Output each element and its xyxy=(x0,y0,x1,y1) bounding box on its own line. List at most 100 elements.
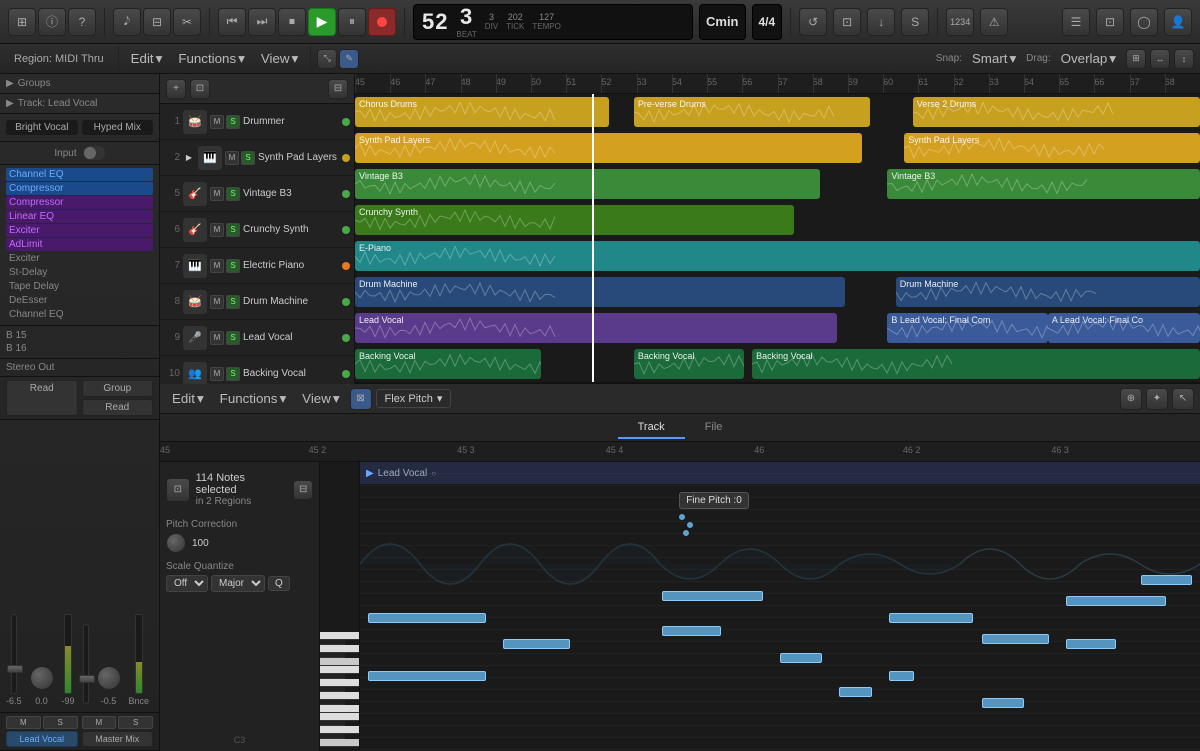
scale-off-select[interactable]: Off xyxy=(166,575,208,592)
region-1-0[interactable]: Chorus Drums xyxy=(355,97,609,127)
region-8-1[interactable]: Drum Machine xyxy=(896,277,1200,307)
solo-btn-8[interactable]: S xyxy=(226,295,240,309)
person-icon[interactable]: 👤 xyxy=(1164,8,1192,36)
zoom-in-icon[interactable]: ⊞ xyxy=(1126,49,1146,69)
pitch-block-1[interactable] xyxy=(368,613,486,623)
pitch-block-6[interactable] xyxy=(780,653,822,663)
piano-key-c3[interactable] xyxy=(320,739,359,747)
lower-zoom-icon[interactable]: ⊕ xyxy=(1120,388,1142,410)
channel-eq-plugin-2[interactable]: Channel EQ xyxy=(6,308,153,321)
drag-value[interactable]: Overlap ▾ xyxy=(1055,49,1122,69)
lower-edit-menu[interactable]: Edit ▾ xyxy=(166,389,210,409)
pitch-block-4[interactable] xyxy=(662,591,763,601)
q-button[interactable]: Q xyxy=(268,576,290,591)
channel-eq-plugin[interactable]: Channel EQ xyxy=(6,168,153,181)
master-mix-btn[interactable]: Master Mix xyxy=(82,731,154,747)
fader-2[interactable] xyxy=(83,624,89,704)
track-view-button[interactable]: ⊟ xyxy=(328,79,348,99)
track-tab[interactable]: Track xyxy=(618,417,685,439)
solo-btn-7[interactable]: S xyxy=(226,259,240,273)
fader-knob-1[interactable] xyxy=(7,665,23,673)
track-toggle[interactable]: ▶ Track: Lead Vocal xyxy=(6,98,153,109)
track-lane-crunchy-synth[interactable]: Crunchy Synth xyxy=(355,202,1200,238)
help-icon[interactable]: ? xyxy=(68,8,96,36)
piano-key-d4[interactable] xyxy=(320,645,359,653)
play-button[interactable]: ▶ xyxy=(308,8,336,36)
m-btn-2[interactable]: M xyxy=(82,716,117,729)
track-header-vintage-b3[interactable]: 5 🎸 M S Vintage B3 xyxy=(160,176,354,212)
tracks-container[interactable]: Chorus Drums Pre-verse Drums Verse 2 Drums… xyxy=(355,94,1200,382)
region-10-0[interactable]: Backing Vocal xyxy=(355,349,541,379)
zoom-v-icon[interactable]: ↕ xyxy=(1174,49,1194,69)
region-8-0[interactable]: Drum Machine xyxy=(355,277,845,307)
piano-key-g3[interactable] xyxy=(320,692,359,700)
track-header-drum-machine[interactable]: 8 🥁 M S Drum Machine xyxy=(160,284,354,320)
redo-icon[interactable]: ⊡ xyxy=(833,8,861,36)
s-btn-2[interactable]: S xyxy=(118,716,153,729)
zoom-h-icon[interactable]: ↔ xyxy=(1150,49,1170,69)
st-delay-plugin[interactable]: St-Delay xyxy=(6,266,153,279)
solo-btn-9[interactable]: S xyxy=(226,331,240,345)
pitch-block-9[interactable] xyxy=(889,671,914,681)
functions-menu[interactable]: Functions ▾ xyxy=(172,49,251,69)
mute-btn-1[interactable]: M xyxy=(210,115,224,129)
lower-left-icon[interactable]: ⊡ xyxy=(166,478,190,502)
track-lane-backing-vocal[interactable]: Backing Vocal Backing Vocal Backing Vocal xyxy=(355,346,1200,382)
deesser-plugin[interactable]: DeEsser xyxy=(6,294,153,307)
solo-btn-1[interactable]: S xyxy=(226,115,240,129)
region-1-2[interactable]: Verse 2 Drums xyxy=(913,97,1200,127)
chat-icon[interactable]: ◯ xyxy=(1130,8,1158,36)
region-6-0[interactable]: Crunchy Synth xyxy=(355,205,794,235)
snap-value[interactable]: Smart ▾ xyxy=(966,49,1022,69)
mute-btn-6[interactable]: M xyxy=(210,223,224,237)
pitch-block-5[interactable] xyxy=(662,626,721,636)
mute-btn-5[interactable]: M xyxy=(210,187,224,201)
compressor-plugin-2[interactable]: Compressor xyxy=(6,196,153,209)
pitch-block-8[interactable] xyxy=(889,613,973,623)
fader-1[interactable] xyxy=(11,614,17,694)
send-b16[interactable]: B 16 xyxy=(6,342,153,355)
send-b15[interactable]: B 15 xyxy=(6,329,153,342)
region-1-1[interactable]: Pre-verse Drums xyxy=(634,97,871,127)
track-lane-vintage-b3[interactable]: Vintage B3Vintage B3 xyxy=(355,166,1200,202)
pitch-block-11[interactable] xyxy=(982,698,1024,708)
flex-pitch-toggle[interactable]: ⊠ xyxy=(350,388,372,410)
track-header-crunchy-synth[interactable]: 6 🎸 M S Crunchy Synth xyxy=(160,212,354,248)
exciter-plugin-2[interactable]: Exciter xyxy=(6,252,153,265)
solo-btn-5[interactable]: S xyxy=(226,187,240,201)
lead-vocal-btn[interactable]: Lead Vocal xyxy=(6,731,78,747)
region-7-0[interactable]: E-Piano xyxy=(355,241,1200,271)
lower-functions-menu[interactable]: Functions ▾ xyxy=(214,389,293,409)
record-button[interactable] xyxy=(368,8,396,36)
flex-pitch-mode-select[interactable]: Flex Pitch ▾ xyxy=(376,389,452,408)
pitch-block-3[interactable] xyxy=(503,639,570,649)
notes-options-btn[interactable]: ⊟ xyxy=(293,480,313,500)
input-toggle[interactable] xyxy=(83,146,105,160)
region-10-2[interactable]: Backing Vocal xyxy=(752,349,1200,379)
region-10-1[interactable]: Backing Vocal xyxy=(634,349,744,379)
track-header-drummer[interactable]: 1 🥁 M S Drummer xyxy=(160,104,354,140)
fast-forward-icon[interactable]: ⏭ xyxy=(248,8,276,36)
piano-key-b3[interactable] xyxy=(320,666,359,674)
grid-icon[interactable]: ⊞ xyxy=(8,8,36,36)
pitch-block-14[interactable] xyxy=(1141,575,1191,585)
key-display[interactable]: Cmin xyxy=(699,4,746,40)
read-btn-2[interactable]: Read xyxy=(82,399,154,416)
lower-tool-icon[interactable]: ✦ xyxy=(1146,388,1168,410)
browser-icon[interactable]: ⊡ xyxy=(1096,8,1124,36)
piano-key-a3[interactable] xyxy=(320,679,359,687)
piano-key-d3[interactable] xyxy=(320,726,359,734)
compressor-plugin-1[interactable]: Compressor xyxy=(6,182,153,195)
track-lane-lead-vocal[interactable]: Lead VocalB Lead Vocal: Final ComA Lead … xyxy=(355,310,1200,346)
menu-icon[interactable]: ☰ xyxy=(1062,8,1090,36)
pitch-block-2[interactable] xyxy=(368,671,486,681)
solo-btn-2[interactable]: S xyxy=(241,151,255,165)
read-btn-1[interactable]: Read xyxy=(6,380,78,416)
track-header-synth-pad-layers[interactable]: 2 ▶🎹 M S Synth Pad Layers xyxy=(160,140,354,176)
piano-key-f3[interactable] xyxy=(320,705,359,713)
time-sig-display[interactable]: 4/4 xyxy=(752,4,783,40)
countin-icon[interactable]: 1234 xyxy=(946,8,974,36)
lasso-tool[interactable]: ⤡ xyxy=(317,49,337,69)
metronome-icon[interactable]: 𝅘𝅥𝅮 xyxy=(113,8,141,36)
linear-eq-plugin[interactable]: Linear EQ xyxy=(6,210,153,223)
